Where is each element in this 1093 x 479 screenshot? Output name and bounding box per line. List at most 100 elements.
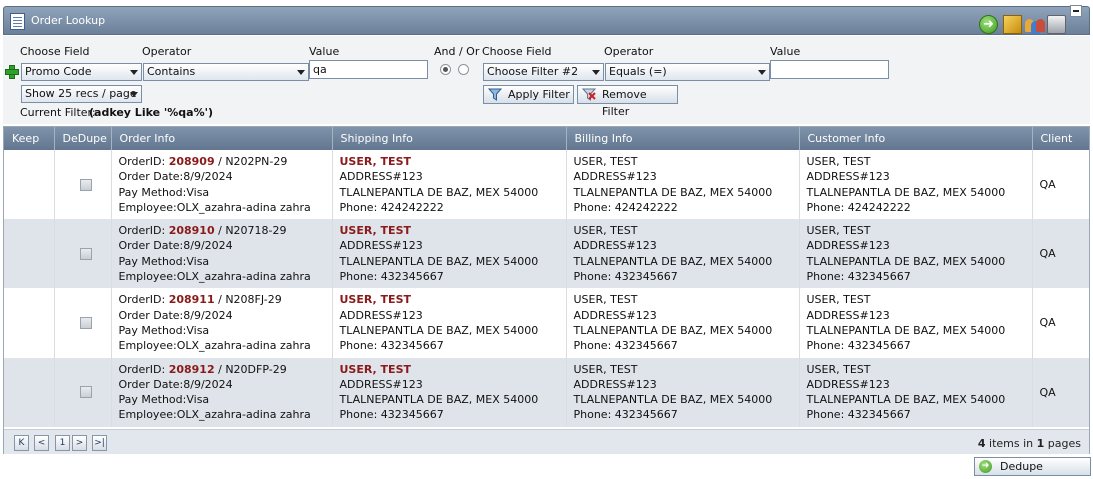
column-header-shipping-info[interactable]: Shipping Info: [331, 127, 566, 150]
operator-2-select[interactable]: Equals (=): [605, 63, 770, 81]
order-id-link[interactable]: 208911: [169, 293, 215, 306]
users-icon[interactable]: [1025, 15, 1045, 34]
operator-select[interactable]: Contains: [143, 63, 309, 81]
order-code: / N202PN-29: [214, 155, 288, 168]
field-select[interactable]: Promo Code: [21, 63, 142, 81]
and-radio[interactable]: [440, 64, 451, 75]
bill-phone: 432345667: [614, 408, 678, 422]
orders-grid: Keep DeDupe Order Info Shipping Info Bil…: [3, 126, 1090, 454]
customer-name: USER, TEST: [806, 362, 871, 376]
ship-address: ADDRESS#123: [339, 308, 423, 322]
billing-info-cell: USER, TEST ADDRESS#123 TLALNEPANTLA DE BAZ…: [565, 288, 799, 358]
ship-name: USER, TEST: [339, 293, 412, 307]
pay-method: Visa: [186, 393, 210, 407]
phone-label: Phone:: [806, 339, 845, 353]
operator-2-label: Operator: [604, 45, 654, 58]
add-filter-icon[interactable]: [5, 65, 19, 79]
keep-cell: [4, 358, 54, 427]
printer-icon[interactable]: [1047, 15, 1066, 34]
order-id-link[interactable]: 208909: [169, 155, 215, 168]
page-size-value: Show 25 recs / page: [25, 87, 137, 100]
next-page-button[interactable]: >: [72, 435, 87, 451]
order-id-label: OrderID:: [118, 155, 166, 168]
shipping-info-cell: USER, TEST ADDRESS#123 TLALNEPANTLA DE BAZ…: [331, 150, 566, 220]
shipping-info-cell: USER, TEST ADDRESS#123 TLALNEPANTLA DE BAZ…: [331, 288, 566, 358]
column-header-billing-info[interactable]: Billing Info: [565, 127, 799, 150]
order-id-link[interactable]: 208912: [169, 363, 215, 376]
page-info: 4 items in 1 pages: [978, 437, 1081, 450]
customer-city: TLALNEPANTLA DE BAZ, MEX 54000: [806, 254, 1006, 268]
column-header-order-info[interactable]: Order Info: [110, 127, 332, 150]
order-info-cell: OrderID: 208910 / N20718-29 Order Date:8/…: [110, 219, 332, 289]
ship-address: ADDRESS#123: [339, 377, 423, 391]
chevron-down-icon: [130, 70, 138, 75]
phone-label: Phone:: [573, 200, 612, 214]
filter-funnel-icon: [488, 88, 502, 101]
employee: OLX_azahra-adina zahra: [176, 408, 311, 422]
dedupe-cell: [53, 219, 111, 289]
bill-city: TLALNEPANTLA DE BAZ, MEX 54000: [573, 185, 773, 199]
apply-filter-label: Apply Filter: [508, 88, 570, 101]
item-count: 4: [977, 437, 986, 450]
ship-phone: 432345667: [380, 408, 444, 422]
go-arrow-icon: ➜: [979, 460, 992, 473]
page-number-button[interactable]: 1: [55, 435, 70, 451]
order-code: / N20718-29: [214, 224, 287, 238]
bill-city: TLALNEPANTLA DE BAZ, MEX 54000: [573, 393, 773, 407]
dedupe-checkbox[interactable]: [80, 247, 92, 260]
bill-phone: 432345667: [614, 339, 678, 353]
apply-filter-button[interactable]: Apply Filter: [483, 85, 574, 104]
order-date-label: Order Date:: [118, 377, 184, 391]
order-date-label: Order Date:: [118, 170, 184, 184]
ship-name: USER, TEST: [339, 362, 412, 376]
table-row[interactable]: OrderID: 208912 / N20DFP-29 Order Date:8/…: [4, 357, 1089, 427]
minimize-icon[interactable]: [1070, 5, 1082, 17]
table-row[interactable]: OrderID: 208911 / N208FJ-29 Order Date:8/…: [4, 288, 1089, 358]
page-size-select[interactable]: Show 25 recs / page: [21, 85, 142, 103]
remove-filter-button[interactable]: Remove Filter: [577, 85, 678, 118]
bill-phone: 432345667: [614, 270, 678, 284]
field-2-select[interactable]: Choose Filter #2: [483, 63, 604, 81]
column-header-keep[interactable]: Keep: [4, 127, 54, 150]
last-page-button[interactable]: >|: [92, 435, 107, 451]
bill-city: TLALNEPANTLA DE BAZ, MEX 54000: [573, 323, 773, 337]
bill-name: USER, TEST: [573, 155, 638, 168]
bill-phone: 424242222: [614, 200, 678, 214]
remove-filter-label: Remove Filter: [602, 88, 647, 118]
value-input[interactable]: qa: [309, 60, 428, 79]
ship-address: ADDRESS#123: [339, 170, 423, 184]
order-id-label: OrderID:: [118, 362, 166, 376]
first-page-button[interactable]: K: [14, 435, 29, 451]
table-row[interactable]: OrderID: 208910 / N20718-29 Order Date:8/…: [4, 219, 1089, 289]
dedupe-checkbox[interactable]: [80, 386, 92, 399]
package-icon[interactable]: [1003, 15, 1022, 34]
table-row[interactable]: OrderID: 208909 / N202PN-29 Order Date:8/…: [4, 150, 1089, 220]
filter-panel: Choose Field Operator Value And / Or Cho…: [3, 36, 1090, 124]
keep-cell: [4, 150, 54, 219]
dedupe-selected-button[interactable]: ➜ Dedupe Selected: [974, 457, 1091, 479]
back-arrow-icon[interactable]: ➜: [979, 15, 998, 34]
value-2-label: Value: [770, 45, 801, 58]
employee: OLX_azahra-adina zahra: [176, 200, 311, 214]
customer-phone: 432345667: [847, 408, 911, 422]
order-date: 8/9/2024: [183, 239, 233, 253]
employee-label: Employee:: [118, 200, 177, 214]
column-header-customer-info[interactable]: Customer Info: [798, 127, 1032, 150]
customer-name: USER, TEST: [806, 224, 871, 238]
customer-info-cell: USER, TEST ADDRESS#123 TLALNEPANTLA DE BAZ…: [798, 288, 1032, 358]
employee-label: Employee:: [118, 408, 177, 422]
bill-name: USER, TEST: [573, 362, 638, 376]
employee-label: Employee:: [118, 339, 177, 353]
phone-label: Phone:: [339, 270, 378, 284]
value-2-input[interactable]: [770, 60, 889, 79]
dedupe-checkbox[interactable]: [80, 316, 92, 329]
column-header-client[interactable]: Client: [1031, 127, 1089, 150]
dedupe-checkbox[interactable]: [80, 178, 92, 191]
keep-cell: [4, 219, 54, 288]
or-radio[interactable]: [458, 64, 469, 75]
order-id-link[interactable]: 208910: [169, 224, 215, 237]
order-info-cell: OrderID: 208912 / N20DFP-29 Order Date:8/…: [110, 357, 332, 427]
prev-page-button[interactable]: <: [34, 435, 49, 451]
column-header-dedupe[interactable]: DeDupe: [53, 127, 111, 150]
ship-city: TLALNEPANTLA DE BAZ, MEX 54000: [339, 254, 539, 268]
